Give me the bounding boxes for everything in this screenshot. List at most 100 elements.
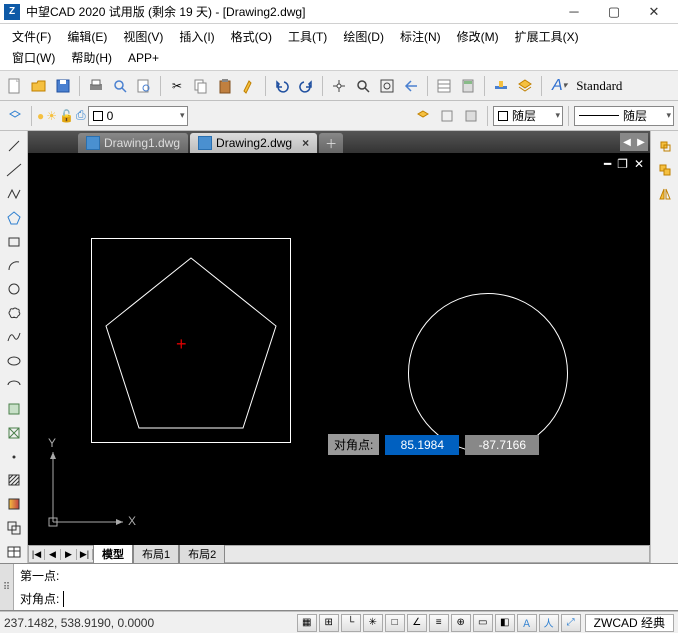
undo-icon[interactable] [271, 75, 293, 97]
menu-dim[interactable]: 标注(N) [392, 26, 449, 47]
insert-tool-icon[interactable] [3, 398, 25, 420]
layer-dropdown[interactable]: 0 [88, 106, 188, 126]
mdi-close-icon[interactable]: ✕ [634, 157, 644, 171]
ann-toggle[interactable]: Ａ [517, 614, 537, 632]
prompt-y-input[interactable] [465, 435, 539, 455]
tab-prev-icon[interactable]: ◀ [620, 133, 634, 151]
match-icon[interactable] [238, 75, 260, 97]
menu-insert[interactable]: 插入(I) [171, 26, 222, 47]
cycle-toggle[interactable]: ◧ [495, 614, 515, 632]
prop-paint-icon[interactable] [490, 75, 512, 97]
rect-tool-icon[interactable] [3, 231, 25, 253]
block-tool-icon[interactable] [3, 422, 25, 444]
drawing-canvas[interactable]: ━ ❐ ✕ + X Y 对角点: [28, 153, 650, 545]
cmd-handle-icon[interactable]: ⠿ [0, 564, 14, 610]
dyn-toggle[interactable]: ⊕ [451, 614, 471, 632]
props-icon[interactable] [433, 75, 455, 97]
layout-model[interactable]: 模型 [93, 544, 133, 563]
close-button[interactable]: ✕ [634, 1, 674, 23]
menu-draw[interactable]: 绘图(D) [335, 26, 392, 47]
circle-tool-icon[interactable] [3, 278, 25, 300]
pan-icon[interactable] [328, 75, 350, 97]
layout-1[interactable]: 布局1 [133, 544, 179, 563]
polygon-tool-icon[interactable] [3, 207, 25, 229]
pline-tool-icon[interactable] [3, 183, 25, 205]
menu-window[interactable]: 窗口(W) [4, 47, 63, 68]
layeroff-icon[interactable] [460, 105, 482, 127]
ortho-toggle[interactable]: └ [341, 614, 361, 632]
linetype-dropdown[interactable]: 随层 [574, 106, 674, 126]
zoom-prev-icon[interactable] [400, 75, 422, 97]
ellipsearc-tool-icon[interactable] [3, 374, 25, 396]
layer-icon[interactable] [514, 75, 536, 97]
layout-2[interactable]: 布局2 [179, 544, 225, 563]
open-icon[interactable] [28, 75, 50, 97]
table-tool-icon[interactable] [3, 541, 25, 563]
print-icon[interactable] [85, 75, 107, 97]
textstyle-icon[interactable]: A▾ [547, 75, 572, 97]
mdi-restore-icon[interactable]: ❐ [617, 157, 628, 171]
menu-app[interactable]: APP+ [120, 49, 167, 67]
minimize-button[interactable]: ─ [554, 1, 594, 23]
gradient-tool-icon[interactable] [3, 493, 25, 515]
scale-toggle[interactable]: ⤢ [561, 614, 581, 632]
tab-new[interactable]: ＋ [319, 133, 343, 153]
cut-icon[interactable]: ✂ [166, 75, 188, 97]
arc-tool-icon[interactable] [3, 254, 25, 276]
otrack-toggle[interactable]: ∠ [407, 614, 427, 632]
revcloud-tool-icon[interactable] [3, 302, 25, 324]
layout-last-icon[interactable]: ▶| [77, 549, 93, 560]
layout-prev-icon[interactable]: ◀ [45, 549, 61, 560]
grid-toggle[interactable]: ⊞ [319, 614, 339, 632]
hatch-tool-icon[interactable] [3, 469, 25, 491]
save-icon[interactable] [52, 75, 74, 97]
line-tool-icon[interactable] [3, 135, 25, 157]
find-icon[interactable] [133, 75, 155, 97]
maximize-button[interactable]: ▢ [594, 1, 634, 23]
preview-icon[interactable] [109, 75, 131, 97]
prompt-x-input[interactable] [385, 435, 459, 455]
cmd-input[interactable] [63, 591, 672, 607]
tab-drawing2[interactable]: Drawing2.dwg × [190, 133, 317, 153]
ellipse-tool-icon[interactable] [3, 350, 25, 372]
layout-next-icon[interactable]: ▶ [61, 549, 77, 560]
calc-icon[interactable] [457, 75, 479, 97]
paste-icon[interactable] [214, 75, 236, 97]
spline-tool-icon[interactable] [3, 326, 25, 348]
point-tool-icon[interactable] [3, 446, 25, 468]
copy-tool-icon[interactable] [654, 159, 676, 181]
tab-close-icon[interactable]: × [302, 136, 309, 150]
menu-ext[interactable]: 扩展工具(X) [507, 26, 587, 47]
snap-toggle[interactable]: ▦ [297, 614, 317, 632]
region-tool-icon[interactable] [3, 517, 25, 539]
lwt-toggle[interactable]: ≡ [429, 614, 449, 632]
menu-format[interactable]: 格式(O) [223, 26, 280, 47]
mdi-minimize-icon[interactable]: ━ [604, 157, 611, 171]
layeriso-icon[interactable] [436, 105, 458, 127]
menu-edit[interactable]: 编辑(E) [59, 26, 115, 47]
osnap-toggle[interactable]: □ [385, 614, 405, 632]
menu-tools[interactable]: 工具(T) [280, 26, 335, 47]
polar-toggle[interactable]: ✳ [363, 614, 383, 632]
menu-file[interactable]: 文件(F) [4, 26, 59, 47]
workspace-dropdown[interactable]: ZWCAD 经典 [585, 614, 674, 632]
new-icon[interactable] [4, 75, 26, 97]
copy-icon[interactable] [190, 75, 212, 97]
move-tool-icon[interactable] [654, 135, 676, 157]
tab-drawing1[interactable]: Drawing1.dwg [78, 133, 188, 153]
model-toggle[interactable]: ▭ [473, 614, 493, 632]
layerstate-icon[interactable] [412, 105, 434, 127]
ann2-toggle[interactable]: 人 [539, 614, 559, 632]
menu-view[interactable]: 视图(V) [115, 26, 171, 47]
layout-first-icon[interactable]: |◀ [29, 549, 45, 560]
tab-next-icon[interactable]: ▶ [634, 133, 648, 151]
mirror-tool-icon[interactable] [654, 183, 676, 205]
xline-tool-icon[interactable] [3, 159, 25, 181]
color-dropdown[interactable]: 随层 [493, 106, 563, 126]
layermgr-icon[interactable] [4, 105, 26, 127]
menu-modify[interactable]: 修改(M) [449, 26, 507, 47]
menu-help[interactable]: 帮助(H) [63, 47, 120, 68]
zoom-icon[interactable] [352, 75, 374, 97]
zoom-ext-icon[interactable] [376, 75, 398, 97]
redo-icon[interactable] [295, 75, 317, 97]
